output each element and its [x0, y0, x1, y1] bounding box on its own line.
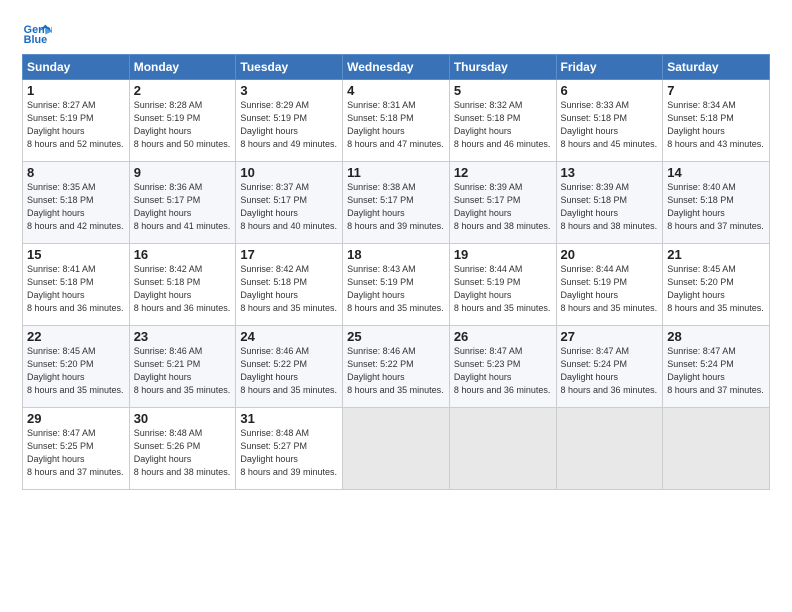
calendar-table: Sunday Monday Tuesday Wednesday Thursday… [22, 54, 770, 490]
table-cell: 18Sunrise: 8:43 AMSunset: 5:19 PMDayligh… [343, 244, 450, 326]
table-cell: 22Sunrise: 8:45 AMSunset: 5:20 PMDayligh… [23, 326, 130, 408]
table-cell: 4Sunrise: 8:31 AMSunset: 5:18 PMDaylight… [343, 80, 450, 162]
table-cell: 11Sunrise: 8:38 AMSunset: 5:17 PMDayligh… [343, 162, 450, 244]
table-cell: 16Sunrise: 8:42 AMSunset: 5:18 PMDayligh… [129, 244, 236, 326]
table-cell: 14Sunrise: 8:40 AMSunset: 5:18 PMDayligh… [663, 162, 770, 244]
logo-icon: General Blue [22, 18, 52, 48]
days-header-row: Sunday Monday Tuesday Wednesday Thursday… [23, 55, 770, 80]
table-cell: 5Sunrise: 8:32 AMSunset: 5:18 PMDaylight… [449, 80, 556, 162]
table-cell: 31Sunrise: 8:48 AMSunset: 5:27 PMDayligh… [236, 408, 343, 490]
table-cell: 3Sunrise: 8:29 AMSunset: 5:19 PMDaylight… [236, 80, 343, 162]
table-cell [449, 408, 556, 490]
table-cell [663, 408, 770, 490]
table-cell: 26Sunrise: 8:47 AMSunset: 5:23 PMDayligh… [449, 326, 556, 408]
table-cell: 23Sunrise: 8:46 AMSunset: 5:21 PMDayligh… [129, 326, 236, 408]
table-cell: 1Sunrise: 8:27 AMSunset: 5:19 PMDaylight… [23, 80, 130, 162]
table-cell [343, 408, 450, 490]
col-thursday: Thursday [449, 55, 556, 80]
table-cell: 17Sunrise: 8:42 AMSunset: 5:18 PMDayligh… [236, 244, 343, 326]
table-cell: 8Sunrise: 8:35 AMSunset: 5:18 PMDaylight… [23, 162, 130, 244]
col-saturday: Saturday [663, 55, 770, 80]
table-cell: 13Sunrise: 8:39 AMSunset: 5:18 PMDayligh… [556, 162, 663, 244]
calendar-page: General Blue Sunday Monday Tuesday Wedne… [0, 0, 792, 612]
col-wednesday: Wednesday [343, 55, 450, 80]
table-cell: 29Sunrise: 8:47 AMSunset: 5:25 PMDayligh… [23, 408, 130, 490]
logo: General Blue [22, 18, 52, 48]
table-cell: 27Sunrise: 8:47 AMSunset: 5:24 PMDayligh… [556, 326, 663, 408]
calendar-row: 8Sunrise: 8:35 AMSunset: 5:18 PMDaylight… [23, 162, 770, 244]
col-monday: Monday [129, 55, 236, 80]
table-cell: 24Sunrise: 8:46 AMSunset: 5:22 PMDayligh… [236, 326, 343, 408]
table-cell [556, 408, 663, 490]
col-friday: Friday [556, 55, 663, 80]
table-cell: 21Sunrise: 8:45 AMSunset: 5:20 PMDayligh… [663, 244, 770, 326]
calendar-row: 1Sunrise: 8:27 AMSunset: 5:19 PMDaylight… [23, 80, 770, 162]
calendar-row: 15Sunrise: 8:41 AMSunset: 5:18 PMDayligh… [23, 244, 770, 326]
calendar-row: 22Sunrise: 8:45 AMSunset: 5:20 PMDayligh… [23, 326, 770, 408]
table-cell: 25Sunrise: 8:46 AMSunset: 5:22 PMDayligh… [343, 326, 450, 408]
header: General Blue [22, 18, 770, 48]
table-cell: 12Sunrise: 8:39 AMSunset: 5:17 PMDayligh… [449, 162, 556, 244]
table-cell: 30Sunrise: 8:48 AMSunset: 5:26 PMDayligh… [129, 408, 236, 490]
table-cell: 15Sunrise: 8:41 AMSunset: 5:18 PMDayligh… [23, 244, 130, 326]
col-tuesday: Tuesday [236, 55, 343, 80]
table-cell: 19Sunrise: 8:44 AMSunset: 5:19 PMDayligh… [449, 244, 556, 326]
table-cell: 9Sunrise: 8:36 AMSunset: 5:17 PMDaylight… [129, 162, 236, 244]
table-cell: 6Sunrise: 8:33 AMSunset: 5:18 PMDaylight… [556, 80, 663, 162]
calendar-row: 29Sunrise: 8:47 AMSunset: 5:25 PMDayligh… [23, 408, 770, 490]
col-sunday: Sunday [23, 55, 130, 80]
svg-text:Blue: Blue [24, 34, 47, 46]
table-cell: 10Sunrise: 8:37 AMSunset: 5:17 PMDayligh… [236, 162, 343, 244]
table-cell: 20Sunrise: 8:44 AMSunset: 5:19 PMDayligh… [556, 244, 663, 326]
table-cell: 28Sunrise: 8:47 AMSunset: 5:24 PMDayligh… [663, 326, 770, 408]
table-cell: 2Sunrise: 8:28 AMSunset: 5:19 PMDaylight… [129, 80, 236, 162]
table-cell: 7Sunrise: 8:34 AMSunset: 5:18 PMDaylight… [663, 80, 770, 162]
